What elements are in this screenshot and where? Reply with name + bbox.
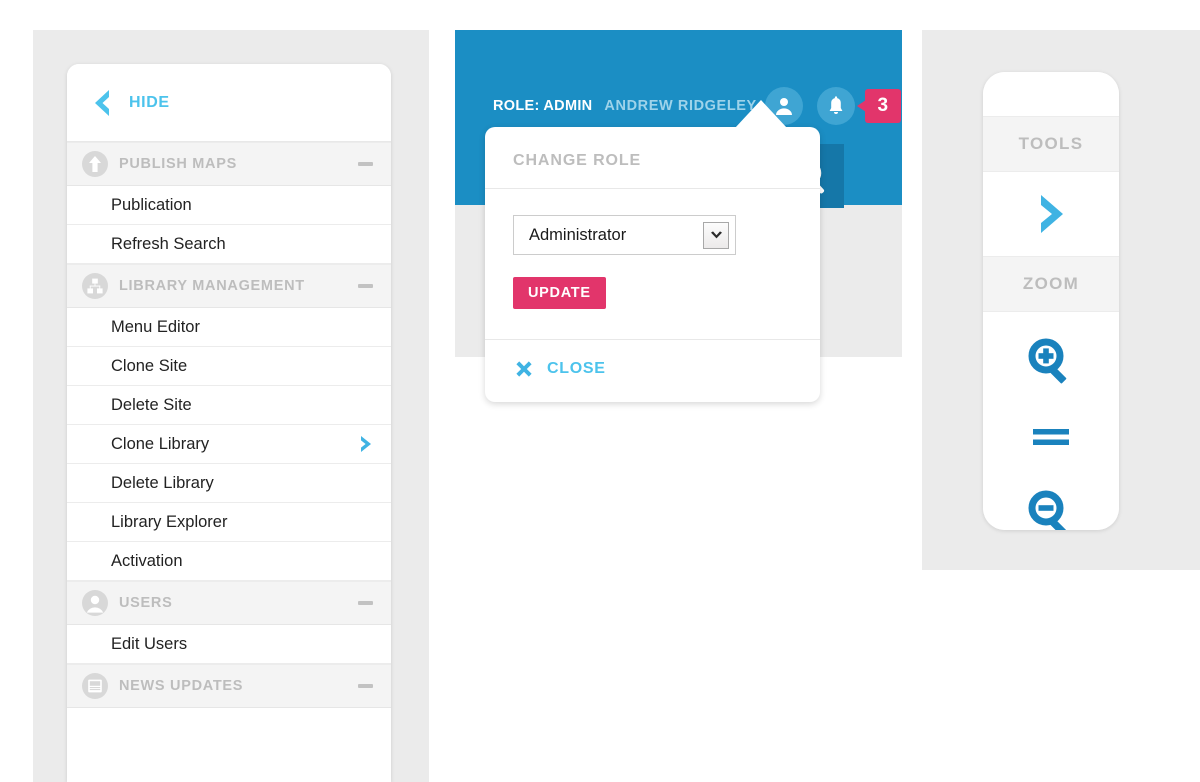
chevron-right-icon	[1041, 195, 1063, 233]
sidebar-item-publication[interactable]: Publication	[67, 186, 391, 225]
sidebar-item-library-explorer[interactable]: Library Explorer	[67, 503, 391, 542]
update-button[interactable]: UPDATE	[513, 277, 606, 309]
section-title: USERS	[119, 595, 173, 611]
collapse-toggle-icon[interactable]	[358, 601, 373, 605]
chevron-down-glyph	[710, 230, 722, 238]
section-title: PUBLISH MAPS	[119, 156, 237, 172]
notification-count-badge[interactable]: 3	[856, 89, 901, 123]
sidebar-section-news-updates[interactable]: NEWS UPDATES	[67, 664, 391, 708]
chevron-down-icon[interactable]	[703, 221, 729, 249]
nav-label: Activation	[111, 551, 183, 570]
user-name-label: ANDREW RIDGELEY	[604, 98, 757, 114]
chevron-right-icon	[361, 436, 371, 452]
nav-label: Edit Users	[111, 634, 188, 653]
sidebar-section-publish-maps[interactable]: PUBLISH MAPS	[67, 142, 391, 186]
change-role-popup: CHANGE ROLE Administrator UPDATE CLOSE	[485, 100, 820, 402]
sidebar-item-refresh-search[interactable]: Refresh Search	[67, 225, 391, 264]
close-x-icon[interactable]	[513, 358, 535, 380]
section-title: NEWS UPDATES	[119, 678, 244, 694]
nav-label: Delete Site	[111, 395, 192, 414]
sidebar-section-users[interactable]: USERS	[67, 581, 391, 625]
tools-card: TOOLS ZOOM	[983, 72, 1119, 530]
center-region: ROLE: ADMIN ANDREW RIDGELEY 3 CHANGE ROL…	[455, 30, 902, 402]
role-label: ROLE: ADMIN	[493, 98, 593, 114]
sidebar-item-edit-users[interactable]: Edit Users	[67, 625, 391, 664]
zoom-in-icon	[1028, 338, 1067, 384]
sidebar-item-clone-site[interactable]: Clone Site	[67, 347, 391, 386]
sidebar-item-delete-site[interactable]: Delete Site	[67, 386, 391, 425]
sidebar-item-delete-library[interactable]: Delete Library	[67, 464, 391, 503]
close-link[interactable]: CLOSE	[547, 360, 606, 378]
tools-expand-button[interactable]	[983, 172, 1119, 256]
zoom-reset-icon	[1033, 429, 1069, 445]
chevron-left-icon	[95, 89, 109, 116]
sidebar-section-library-management[interactable]: LIBRARY MANAGEMENT	[67, 264, 391, 308]
popup-tail	[735, 100, 787, 128]
popup-footer: CLOSE	[485, 340, 820, 402]
hide-button[interactable]: HIDE	[67, 64, 391, 142]
sidebar-item-activation[interactable]: Activation	[67, 542, 391, 581]
collapse-toggle-icon[interactable]	[358, 284, 373, 288]
nav-label: Library Explorer	[111, 512, 228, 531]
popup-body: Administrator UPDATE	[485, 189, 820, 340]
zoom-controls	[983, 312, 1119, 530]
zoom-out-button[interactable]	[1024, 486, 1078, 530]
nav-label: Publication	[111, 195, 192, 214]
nav-label: Delete Library	[111, 473, 214, 492]
section-title: LIBRARY MANAGEMENT	[119, 278, 305, 294]
collapse-toggle-icon[interactable]	[358, 684, 373, 688]
sidebar-item-menu-editor[interactable]: Menu Editor	[67, 308, 391, 347]
nav-label: Clone Site	[111, 356, 188, 375]
notification-count: 3	[877, 95, 889, 116]
user-circle-icon	[82, 590, 108, 616]
zoom-out-icon	[1028, 490, 1067, 530]
upload-circle-icon	[82, 151, 108, 177]
header-account-area: ROLE: ADMIN ANDREW RIDGELEY 3	[455, 80, 901, 132]
nav-label: Clone Library	[111, 434, 210, 453]
collapse-toggle-icon[interactable]	[358, 162, 373, 166]
newspaper-circle-icon	[82, 673, 108, 699]
zoom-in-button[interactable]	[1024, 334, 1078, 388]
role-select[interactable]: Administrator	[513, 215, 736, 255]
tools-section-title: TOOLS	[983, 116, 1119, 172]
nav-label: Menu Editor	[111, 317, 200, 336]
tools-card-cap	[983, 72, 1119, 116]
notifications-button[interactable]	[816, 87, 855, 125]
zoom-reset-button[interactable]	[1024, 410, 1078, 464]
zoom-section-title: ZOOM	[983, 256, 1119, 312]
popup-title: CHANGE ROLE	[485, 127, 820, 189]
bell-icon	[829, 96, 843, 114]
nav-label: Refresh Search	[111, 234, 226, 253]
sidebar-item-clone-library[interactable]: Clone Library	[67, 425, 391, 464]
role-select-value: Administrator	[529, 225, 627, 244]
sidebar-card: HIDE PUBLISH MAPS Publication Refresh Se…	[67, 64, 391, 782]
hide-label: HIDE	[129, 93, 170, 111]
sitemap-circle-icon	[82, 273, 108, 299]
